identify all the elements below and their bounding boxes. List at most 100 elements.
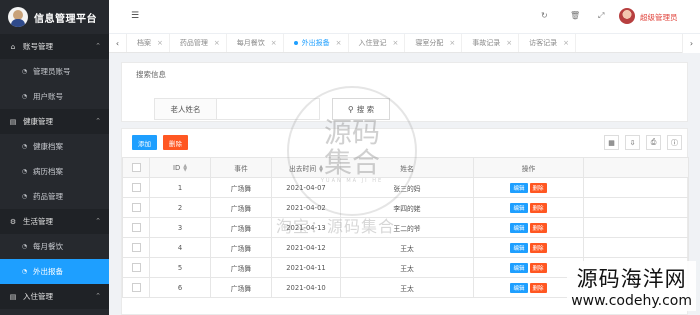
menu-group-health[interactable]: ▤ 健康管理 ⌃ xyxy=(0,109,109,134)
cell-time: 2021-04-10 xyxy=(271,277,341,298)
close-icon[interactable]: × xyxy=(336,39,342,47)
row-checkbox[interactable] xyxy=(122,237,150,258)
menu-toggle-icon[interactable]: ☰ xyxy=(131,11,139,21)
menu-group-label: 账号管理 xyxy=(23,42,53,51)
sidebar-item-monthly-meals[interactable]: ◔ 每月餐饮 xyxy=(0,234,109,259)
close-icon[interactable]: × xyxy=(506,39,512,47)
row-delete-button[interactable]: 删除 xyxy=(529,222,547,233)
document-icon: ▤ xyxy=(9,117,17,126)
row-checkbox[interactable] xyxy=(122,177,150,198)
tab-archive[interactable]: 档案 × xyxy=(127,34,170,52)
select-all-checkbox[interactable] xyxy=(122,157,150,178)
column-header-time[interactable]: 出去时间 ▲ ▼ xyxy=(271,157,341,178)
close-icon[interactable]: × xyxy=(393,39,399,47)
chevron-up-icon: ⌃ xyxy=(95,42,101,50)
column-header-id[interactable]: ID ▲ ▼ xyxy=(149,157,211,178)
tab-monthly-meals[interactable]: 每月餐饮 × xyxy=(227,34,284,52)
row-delete-button[interactable]: 删除 xyxy=(529,262,547,273)
chevron-up-icon: ⌃ xyxy=(95,217,101,225)
search-button[interactable]: ⚲ 搜 索 xyxy=(332,98,390,120)
sidebar-item-health-records[interactable]: ◔ 健康档案 xyxy=(0,134,109,159)
cell-empty xyxy=(583,217,689,238)
sidebar-item-label: 药品管理 xyxy=(33,192,63,201)
sidebar-item-medical-records[interactable]: ◔ 病历档案 xyxy=(0,159,109,184)
close-icon[interactable]: × xyxy=(563,39,569,47)
chevron-up-icon: ⌃ xyxy=(95,292,101,300)
row-checkbox[interactable] xyxy=(122,257,150,278)
name-input[interactable] xyxy=(216,98,320,120)
row-delete-button[interactable]: 删除 xyxy=(529,282,547,293)
table-row: 5 广场舞 2021-04-11 王太 编辑 删除 xyxy=(122,257,689,278)
sort-icon[interactable]: ▲ ▼ xyxy=(319,164,323,173)
brand: 信息管理平台 xyxy=(0,0,109,34)
delete-button[interactable]: 删除 xyxy=(163,135,188,150)
print-icon[interactable]: ⎙ xyxy=(646,135,661,150)
cell-event: 广场舞 xyxy=(210,237,272,258)
tab-medicine[interactable]: 药品管理 × xyxy=(170,34,227,52)
table-row: 1 广场舞 2021-04-07 张三的妈 编辑 删除 xyxy=(122,177,689,198)
cell-name: 王太 xyxy=(340,277,474,298)
fullscreen-icon[interactable]: ⤢ xyxy=(598,11,604,21)
close-icon[interactable]: × xyxy=(157,39,163,47)
info-icon[interactable]: ⓘ xyxy=(667,135,682,150)
table-row: 4 广场舞 2021-04-12 王太 编辑 删除 xyxy=(122,237,689,258)
row-delete-button[interactable]: 删除 xyxy=(529,182,547,193)
cell-actions: 编辑 删除 xyxy=(473,237,584,258)
search-legend: 搜索信息 xyxy=(136,70,166,79)
sidebar-item-admin-accounts[interactable]: ◔ 管理员账号 xyxy=(0,59,109,84)
close-icon[interactable]: × xyxy=(271,39,277,47)
edit-button[interactable]: 编辑 xyxy=(510,202,528,213)
sort-icon[interactable]: ▲ ▼ xyxy=(183,163,187,172)
tab-visitor-records[interactable]: 访客记录 × xyxy=(519,34,576,52)
search-icon: ⚲ xyxy=(347,104,354,114)
sidebar-item-user-accounts[interactable]: ◔ 用户账号 xyxy=(0,84,109,109)
cell-id: 1 xyxy=(149,177,211,198)
add-button[interactable]: 添加 xyxy=(132,135,157,150)
sidebar-item-medicine[interactable]: ◔ 药品管理 xyxy=(0,184,109,209)
tab-label: 药品管理 xyxy=(179,39,208,47)
tab-checkin[interactable]: 入住登记 × xyxy=(349,34,406,52)
row-checkbox[interactable] xyxy=(122,277,150,298)
menu-group-life[interactable]: ⚙ 生活管理 ⌃ xyxy=(0,209,109,234)
sidebar-item-outing-reports[interactable]: ◔ 外出报备 xyxy=(0,259,109,284)
menu-group-account[interactable]: ⌂ 账号管理 ⌃ xyxy=(0,34,109,59)
edit-button[interactable]: 编辑 xyxy=(510,222,528,233)
edit-button[interactable]: 编辑 xyxy=(510,182,528,193)
table-toolbar: 添加 删除 ▦ ⇩ ⎙ ⓘ xyxy=(122,129,687,157)
tab-outing-reports[interactable]: 外出报备 × xyxy=(284,34,349,52)
row-delete-button[interactable]: 删除 xyxy=(529,202,547,213)
chevron-left-icon[interactable]: ‹ xyxy=(109,34,127,52)
cell-name: 王太 xyxy=(340,257,474,278)
app-title: 信息管理平台 xyxy=(34,13,97,25)
edit-button[interactable]: 编辑 xyxy=(510,242,528,253)
export-icon[interactable]: ⇩ xyxy=(625,135,640,150)
edit-button[interactable]: 编辑 xyxy=(510,262,528,273)
cell-event: 广场舞 xyxy=(210,257,272,278)
active-dot-icon xyxy=(293,41,298,45)
user-name[interactable]: 超级管理员 xyxy=(640,12,678,23)
row-delete-button[interactable]: 删除 xyxy=(529,242,547,253)
sidebar-item-label: 病历档案 xyxy=(33,167,63,176)
avatar[interactable] xyxy=(619,8,635,24)
tab-bar: ‹ 档案 × 药品管理 × 每月餐饮 × 外出报备 × 入住登记 × 寝室分配 … xyxy=(109,34,700,53)
menu-group-checkin[interactable]: ▤ 入住管理 ⌃ xyxy=(0,284,109,309)
cell-id: 6 xyxy=(149,277,211,298)
refresh-icon[interactable]: ↻ xyxy=(541,11,548,20)
tab-accident-records[interactable]: 事故记录 × xyxy=(462,34,520,52)
chevron-right-icon[interactable]: › xyxy=(682,34,700,53)
cell-empty xyxy=(583,237,689,258)
search-row: 老人姓名 ⚲ 搜 索 xyxy=(154,98,390,120)
close-icon[interactable]: × xyxy=(214,39,220,47)
sidebar-item-label: 管理员账号 xyxy=(33,67,71,76)
columns-icon[interactable]: ▦ xyxy=(604,135,619,150)
trash-icon[interactable]: 🗑 xyxy=(570,11,580,20)
row-checkbox[interactable] xyxy=(122,197,150,218)
cell-event: 广场舞 xyxy=(210,277,272,298)
edit-button[interactable]: 编辑 xyxy=(510,282,528,293)
tab-label: 事故记录 xyxy=(472,39,501,47)
row-checkbox[interactable] xyxy=(122,217,150,238)
close-icon[interactable]: × xyxy=(449,39,455,47)
tab-room-assignment[interactable]: 寝室分配 × xyxy=(405,34,463,52)
gauge-icon: ◔ xyxy=(21,93,28,100)
search-panel: 搜索信息 老人姓名 ⚲ 搜 索 xyxy=(121,62,688,122)
